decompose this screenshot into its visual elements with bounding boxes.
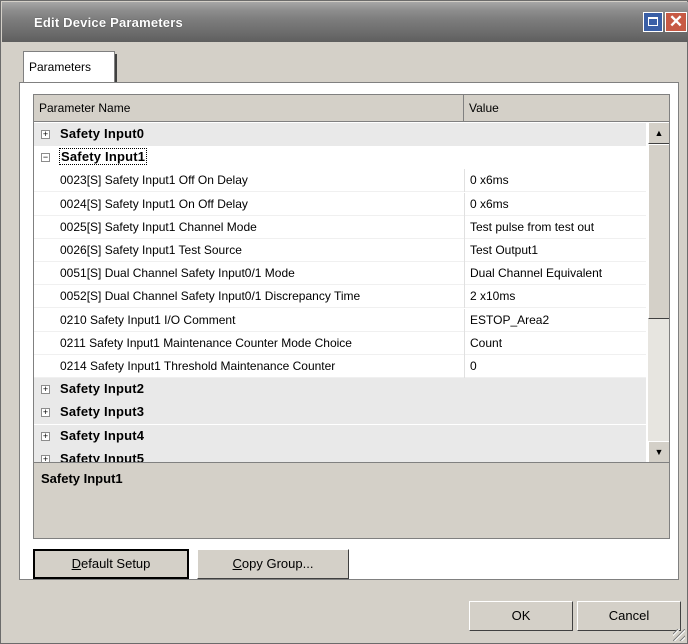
column-separator	[464, 169, 465, 193]
column-separator	[464, 239, 465, 262]
group-row[interactable]: + Safety Input3	[34, 401, 646, 425]
parameter-name-cell: 0052[S] Dual Channel Safety Input0/1 Dis…	[60, 289, 361, 304]
edit-device-parameters-dialog: Edit Device Parameters ✕ Parameters Para…	[0, 0, 688, 644]
group-label: Safety Input1	[59, 148, 148, 166]
group-row[interactable]: + Safety Input4	[34, 424, 646, 448]
mnemonic-d: D	[71, 556, 81, 571]
button-label-post: opy Group...	[241, 556, 314, 571]
table-row[interactable]: 0214 Safety Input1 Threshold Maintenance…	[34, 355, 646, 378]
table-row[interactable]: 0025[S] Safety Input1 Channel Mode Test p…	[34, 215, 646, 239]
up-arrow-icon: ▲	[654, 128, 664, 138]
parameter-name-cell: 0210 Safety Input1 I/O Comment	[60, 312, 236, 327]
close-button[interactable]: ✕	[665, 12, 687, 32]
down-arrow-icon: ▼	[654, 447, 664, 457]
column-header-value[interactable]: Value	[464, 95, 669, 121]
column-separator	[464, 262, 465, 286]
cancel-button[interactable]: Cancel	[577, 601, 681, 631]
group-label: Safety Input3	[60, 404, 145, 420]
copy-group-button[interactable]: Copy Group...	[197, 549, 349, 579]
default-setup-button[interactable]: Default Setup	[33, 549, 189, 579]
resize-grip[interactable]	[673, 629, 685, 641]
expand-icon[interactable]: +	[41, 454, 50, 462]
tab-parameters[interactable]: Parameters	[23, 51, 117, 84]
window-title: Edit Device Parameters	[34, 15, 183, 30]
parameter-name-cell: 0023[S] Safety Input1 Off On Delay	[60, 173, 248, 188]
column-separator	[464, 355, 465, 378]
table-row[interactable]: 0026[S] Safety Input1 Test Source Test Ou…	[34, 239, 646, 262]
ok-button[interactable]: OK	[469, 601, 573, 631]
parameter-name-cell: 0026[S] Safety Input1 Test Source	[60, 243, 242, 257]
group-label: Safety Input2	[60, 381, 145, 397]
parameter-value-cell[interactable]: ESTOP_Area2	[470, 313, 549, 327]
parameter-name-cell: 0051[S] Dual Channel Safety Input0/1 Mod…	[60, 266, 295, 281]
parameter-name-cell: 0025[S] Safety Input1 Channel Mode	[60, 219, 257, 234]
tab-label: Parameters	[29, 60, 92, 74]
parameter-name-cell: 0024[S] Safety Input1 On Off Delay	[60, 196, 248, 211]
scroll-thumb[interactable]	[648, 144, 669, 319]
grid-header: Parameter Name Value	[34, 95, 669, 122]
column-separator	[464, 308, 465, 332]
close-icon: ✕	[668, 12, 684, 31]
parameter-value-cell[interactable]: 0 x6ms	[470, 173, 509, 187]
column-separator	[464, 285, 465, 309]
group-label: Safety Input5	[60, 450, 145, 462]
column-separator	[464, 331, 465, 355]
parameter-value-cell[interactable]: Dual Channel Equivalent	[470, 266, 602, 280]
group-row[interactable]: + Safety Input5	[34, 447, 646, 462]
parameter-value-cell[interactable]: Test Output1	[470, 243, 538, 257]
description-text: Safety Input1	[41, 471, 123, 486]
table-row[interactable]: 0024[S] Safety Input1 On Off Delay 0 x6ms	[34, 192, 646, 216]
column-separator	[464, 215, 465, 239]
scroll-up-button[interactable]: ▲	[648, 122, 669, 144]
table-row[interactable]: 0052[S] Dual Channel Safety Input0/1 Dis…	[34, 285, 646, 309]
parameter-name-cell: 0214 Safety Input1 Threshold Maintenance…	[60, 359, 336, 373]
parameter-grid: Parameter Name Value + Safety Input0− Safe…	[33, 94, 670, 462]
vertical-scrollbar[interactable]: ▲ ▼	[648, 122, 669, 462]
group-label: Safety Input0	[60, 126, 145, 141]
expand-icon[interactable]: +	[41, 130, 50, 139]
column-separator	[464, 192, 465, 216]
group-row[interactable]: + Safety Input2	[34, 378, 646, 402]
group-label: Safety Input4	[60, 427, 145, 443]
expand-icon[interactable]: +	[41, 408, 50, 418]
column-header-parameter-name[interactable]: Parameter Name	[34, 95, 464, 121]
button-label-post: efault Setup	[81, 556, 151, 571]
table-row[interactable]: 0023[S] Safety Input1 Off On Delay 0 x6ms	[34, 169, 646, 193]
parameter-value-cell[interactable]: Test pulse from test out	[470, 220, 594, 234]
parameter-value-cell[interactable]: 0	[470, 359, 477, 373]
group-row[interactable]: − Safety Input1	[34, 146, 646, 170]
expand-icon[interactable]: +	[41, 431, 50, 441]
scroll-down-button[interactable]: ▼	[648, 441, 669, 462]
title-bar[interactable]: Edit Device Parameters ✕	[2, 2, 688, 42]
description-panel: Safety Input1	[33, 462, 670, 539]
table-row[interactable]: 0051[S] Dual Channel Safety Input0/1 Mod…	[34, 262, 646, 286]
parameter-name-cell: 0211 Safety Input1 Maintenance Counter M…	[60, 335, 352, 350]
parameter-value-cell[interactable]: Count	[470, 336, 502, 350]
mnemonic-c: C	[232, 556, 242, 571]
parameter-value-cell[interactable]: 2 x10ms	[470, 289, 515, 303]
group-row[interactable]: + Safety Input0	[34, 123, 646, 146]
parameter-value-cell[interactable]: 0 x6ms	[470, 197, 509, 211]
maximize-button[interactable]	[643, 12, 663, 32]
table-row[interactable]: 0211 Safety Input1 Maintenance Counter M…	[34, 331, 646, 355]
table-row[interactable]: 0210 Safety Input1 I/O Comment ESTOP_Area…	[34, 308, 646, 332]
maximize-icon	[648, 17, 658, 26]
collapse-icon[interactable]: −	[41, 153, 50, 163]
expand-icon[interactable]: +	[41, 385, 50, 395]
